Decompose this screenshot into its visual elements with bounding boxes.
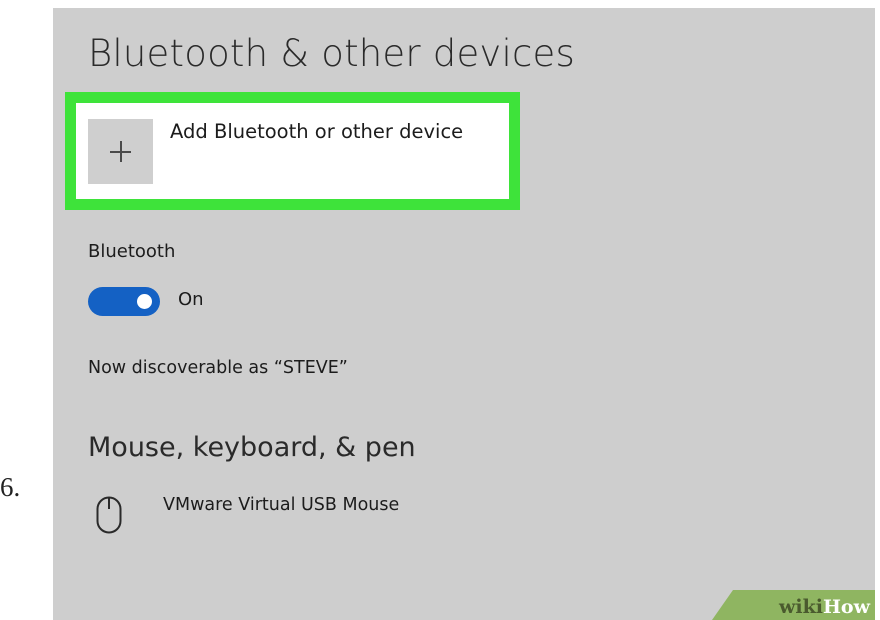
- settings-panel: Bluetooth & other devices Add Bluetooth …: [53, 8, 875, 620]
- step-number: 6.: [0, 472, 21, 502]
- wikihow-logo-text: wikiHow: [779, 596, 870, 618]
- discoverable-status: Now discoverable as “STEVE”: [88, 358, 348, 378]
- bluetooth-toggle[interactable]: [88, 287, 160, 316]
- bluetooth-section-label: Bluetooth: [88, 241, 176, 262]
- add-device-label: Add Bluetooth or other device: [170, 120, 464, 143]
- bluetooth-toggle-state: On: [178, 289, 204, 310]
- toggle-knob: [137, 294, 152, 309]
- highlight-frame: Add Bluetooth or other device: [65, 92, 520, 210]
- add-bluetooth-device-button[interactable]: Add Bluetooth or other device: [76, 103, 509, 199]
- device-list-item[interactable]: VMware Virtual USB Mouse: [163, 495, 399, 515]
- mouse-keyboard-pen-heading: Mouse, keyboard, & pen: [88, 432, 416, 463]
- mouse-icon: [96, 496, 122, 534]
- page-title: Bluetooth & other devices: [88, 32, 575, 75]
- plus-icon: [88, 119, 153, 184]
